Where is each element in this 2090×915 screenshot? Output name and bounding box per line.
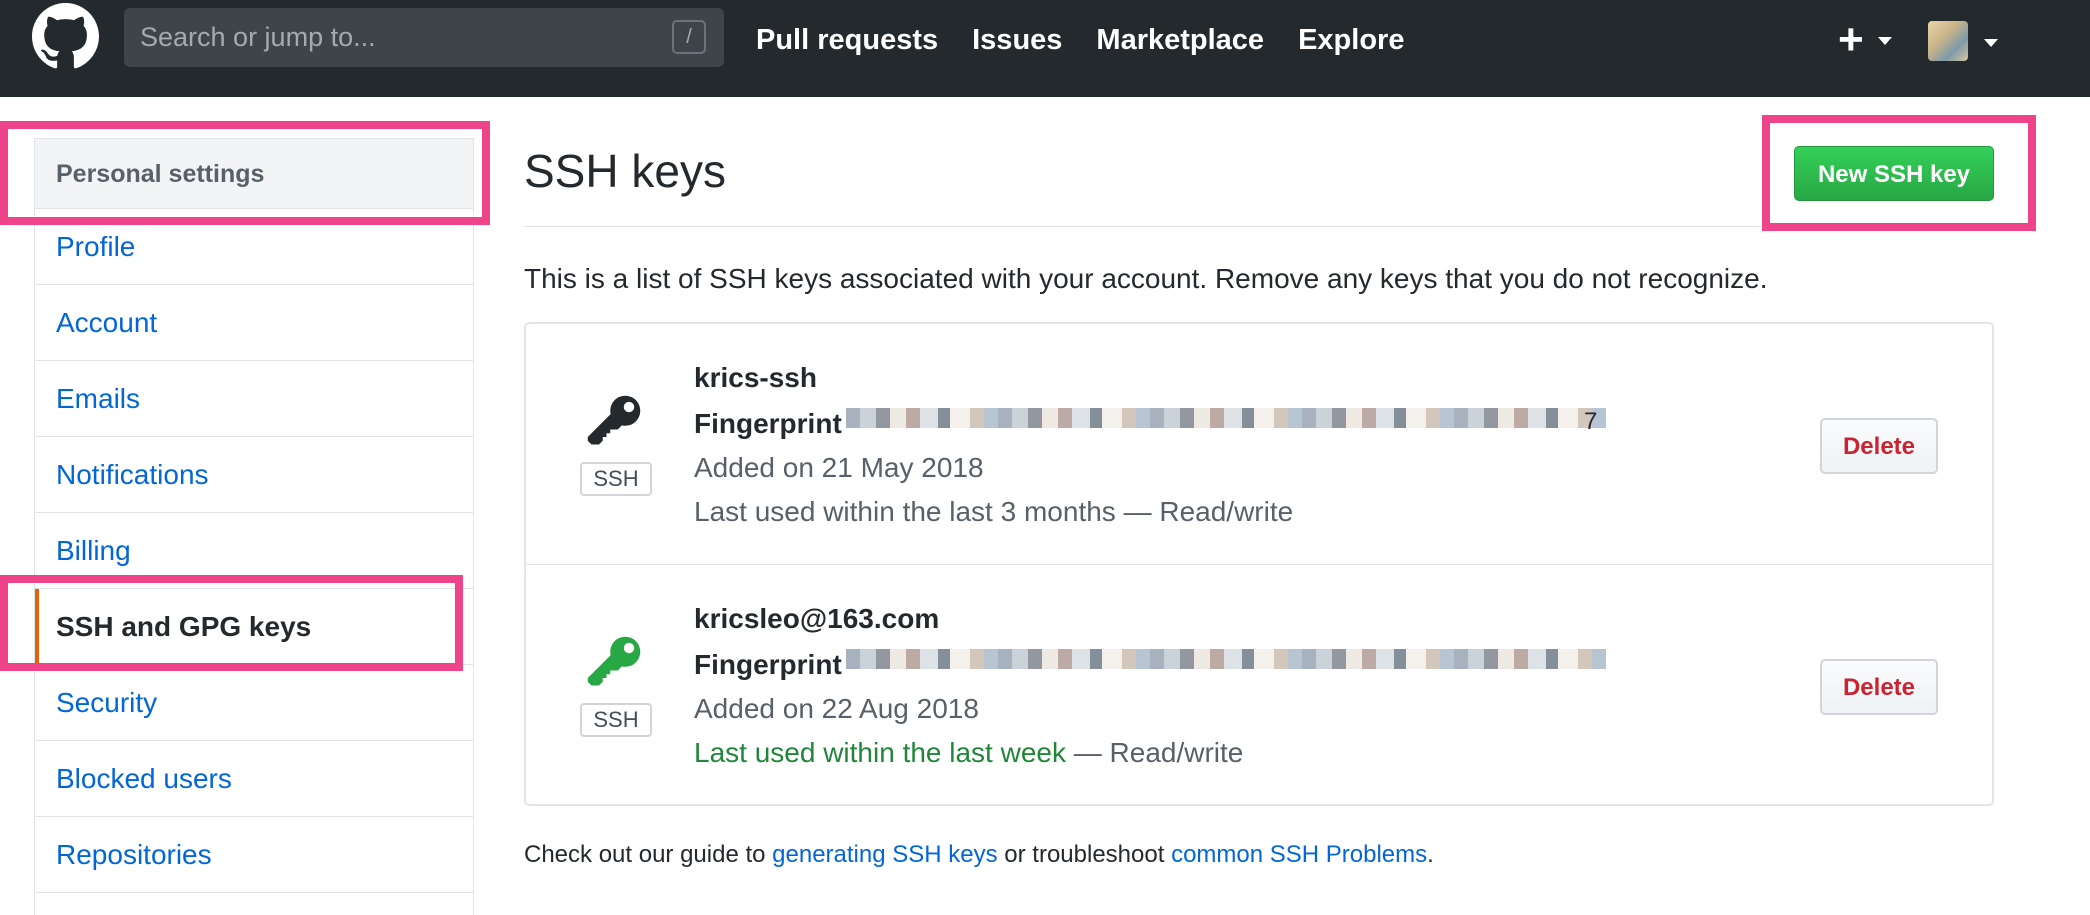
- chevron-down-icon: [1878, 37, 1892, 45]
- sidebar-item-label: Blocked users: [56, 763, 232, 794]
- search-input[interactable]: Search or jump to... /: [124, 8, 724, 67]
- sidebar-item-repositories[interactable]: Repositories: [35, 817, 473, 893]
- title-divider: [524, 226, 1994, 227]
- key-added-date: Added on 21 May 2018: [694, 452, 984, 483]
- key-title: krics-ssh: [694, 362, 817, 393]
- sidebar-item-label: SSH and GPG keys: [56, 611, 312, 642]
- generating-ssh-keys-link[interactable]: generating SSH keys: [772, 841, 997, 868]
- help-text-part: or troubleshoot: [997, 841, 1172, 868]
- delete-key-button[interactable]: Delete: [1820, 418, 1938, 474]
- sidebar-item-label: Emails: [56, 383, 141, 414]
- sidebar-heading: Personal settings: [35, 139, 473, 209]
- key-added-date: Added on 22 Aug 2018: [694, 693, 979, 724]
- key-last-used: Last used within the last 3 months — Rea…: [694, 496, 1293, 528]
- search-placeholder: Search or jump to...: [140, 22, 376, 52]
- sidebar-item-emails[interactable]: Emails: [35, 361, 473, 437]
- key-title: kricsleo@163.com: [694, 603, 940, 634]
- nav-issues[interactable]: Issues: [972, 0, 1062, 80]
- help-text-part: .: [1427, 841, 1434, 868]
- sidebar-item-account[interactable]: Account: [35, 285, 473, 361]
- sidebar-item-billing[interactable]: Billing: [35, 513, 473, 589]
- chevron-down-icon: [1984, 39, 1998, 47]
- access-level: — Read/write: [1065, 737, 1244, 768]
- common-ssh-problems-link[interactable]: common SSH Problems: [1171, 841, 1427, 868]
- sidebar-item-label: Profile: [56, 231, 136, 262]
- search-shortcut-key: /: [672, 20, 706, 54]
- sidebar-item-label: Account: [56, 307, 158, 338]
- page-title: SSH keys: [524, 145, 726, 197]
- fingerprint-redacted: [846, 408, 1606, 428]
- fingerprint-label: Fingerprint: [694, 408, 842, 439]
- ssh-type-badge: SSH: [580, 703, 652, 737]
- avatar: [1928, 21, 1968, 61]
- sidebar-item-label: Repositories: [56, 839, 212, 870]
- intro-text: This is a list of SSH keys associated wi…: [524, 263, 1768, 294]
- key-last-used: Last used within the last week — Read/wr…: [694, 737, 1243, 769]
- fingerprint-label: Fingerprint: [694, 649, 842, 680]
- top-nav: Pull requests Issues Marketplace Explore: [756, 0, 1438, 80]
- sidebar-item-ssh-gpg-keys[interactable]: SSH and GPG keys: [35, 589, 473, 665]
- top-header: Search or jump to... / Pull requests Iss…: [0, 0, 2090, 97]
- sidebar-item-security[interactable]: Security: [35, 665, 473, 741]
- nav-pull-requests[interactable]: Pull requests: [756, 0, 938, 80]
- key-icon: [587, 636, 641, 686]
- sidebar-item-notifications[interactable]: Notifications: [35, 437, 473, 513]
- access-level: — Read/write: [1115, 496, 1294, 527]
- sidebar-item-label: Billing: [56, 535, 131, 566]
- help-text-part: Check out our guide to: [524, 841, 773, 868]
- last-used-text: Last used within the last 3 months: [694, 496, 1116, 527]
- github-logo-icon[interactable]: [32, 3, 99, 70]
- sidebar-heading-label: Personal settings: [56, 160, 265, 188]
- sidebar-item-label: Notifications: [56, 459, 209, 490]
- list-item: SSH krics-ssh Fingerprint 7 Added on 21 …: [526, 324, 1992, 565]
- sidebar-item-profile[interactable]: Profile: [35, 209, 473, 285]
- nav-explore[interactable]: Explore: [1298, 0, 1404, 80]
- user-menu[interactable]: [1928, 21, 1998, 65]
- key-icon: [587, 395, 641, 445]
- fingerprint-tail: 7: [1584, 408, 1598, 435]
- create-new-menu[interactable]: +: [1838, 18, 1898, 62]
- ssh-key-list: SSH krics-ssh Fingerprint 7 Added on 21 …: [524, 322, 1994, 806]
- ssh-type-badge: SSH: [580, 462, 652, 496]
- plus-icon: +: [1838, 15, 1864, 64]
- sidebar-item-blocked-users[interactable]: Blocked users: [35, 741, 473, 817]
- delete-key-button[interactable]: Delete: [1820, 659, 1938, 715]
- fingerprint-redacted: [846, 649, 1606, 669]
- help-text: Check out our guide to generating SSH ke…: [524, 841, 1434, 869]
- sidebar-item-label: Security: [56, 687, 158, 718]
- nav-marketplace[interactable]: Marketplace: [1096, 0, 1264, 80]
- new-ssh-key-button[interactable]: New SSH key: [1794, 146, 1994, 201]
- last-used-text: Last used within the last week: [694, 737, 1066, 768]
- list-item: SSH kricsleo@163.com Fingerprint Added o…: [526, 565, 1992, 805]
- settings-sidebar: Personal settings Profile Account Emails…: [34, 138, 474, 915]
